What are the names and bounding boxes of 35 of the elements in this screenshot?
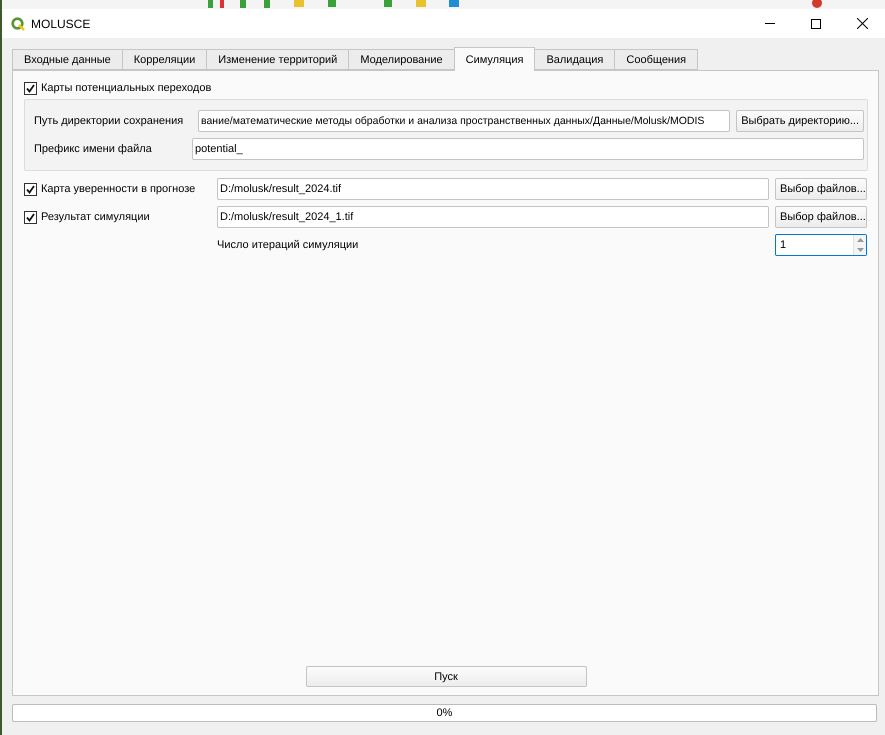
spin-box[interactable]: 1	[775, 234, 867, 256]
close-icon	[856, 18, 868, 29]
input-field[interactable]: D:/molusk/result_2024.tif	[217, 178, 769, 200]
tab[interactable]: Входные данные	[12, 49, 123, 70]
tab[interactable]: Корреляции	[122, 49, 208, 70]
run-button[interactable]: Пуск	[306, 666, 586, 687]
field-label: Путь директории сохранения	[34, 115, 184, 127]
q-logo-icon	[11, 16, 25, 30]
checkbox[interactable]	[24, 210, 37, 224]
input-field[interactable]: potential_	[192, 138, 864, 160]
tab[interactable]: Моделирование	[348, 49, 455, 70]
maximize-icon	[811, 18, 821, 28]
up-arrow-icon	[856, 238, 864, 242]
tab[interactable]: Валидация	[534, 49, 616, 70]
tab[interactable]: Сообщения	[614, 49, 698, 70]
spin-down-button[interactable]	[854, 245, 866, 255]
tab[interactable]: Изменение территорий	[206, 49, 350, 70]
checkbox-label: Карты потенциальных переходов	[41, 82, 212, 94]
tab[interactable]: Симуляция	[454, 47, 536, 71]
input-field[interactable]: вание/математические методы обработки и анализа пространственных данных/Данные/Molusk/MODIS	[198, 110, 730, 132]
down-arrow-icon	[856, 248, 864, 252]
browse-button[interactable]: Выбор файлов...	[775, 178, 867, 200]
checkbox[interactable]	[24, 82, 37, 94]
spin-up-button[interactable]	[854, 235, 866, 245]
field-label: Префикс имени файла	[34, 143, 153, 155]
field-label: Число итераций симуляции	[217, 239, 360, 251]
checkbox-label: Результат симуляции	[41, 211, 150, 223]
window-title: MOLUSCE	[31, 16, 90, 30]
checkbox[interactable]	[24, 182, 37, 196]
minimize-icon	[765, 23, 775, 24]
input-field[interactable]: D:/molusk/result_2024_1.tif	[217, 206, 769, 228]
progress-text: 0%	[436, 707, 452, 719]
checkbox-label: Карта уверенности в прогнозе	[41, 183, 196, 195]
browse-button[interactable]: Выбор файлов...	[775, 206, 867, 228]
browse-button[interactable]: Выбрать директорию...	[736, 110, 864, 132]
